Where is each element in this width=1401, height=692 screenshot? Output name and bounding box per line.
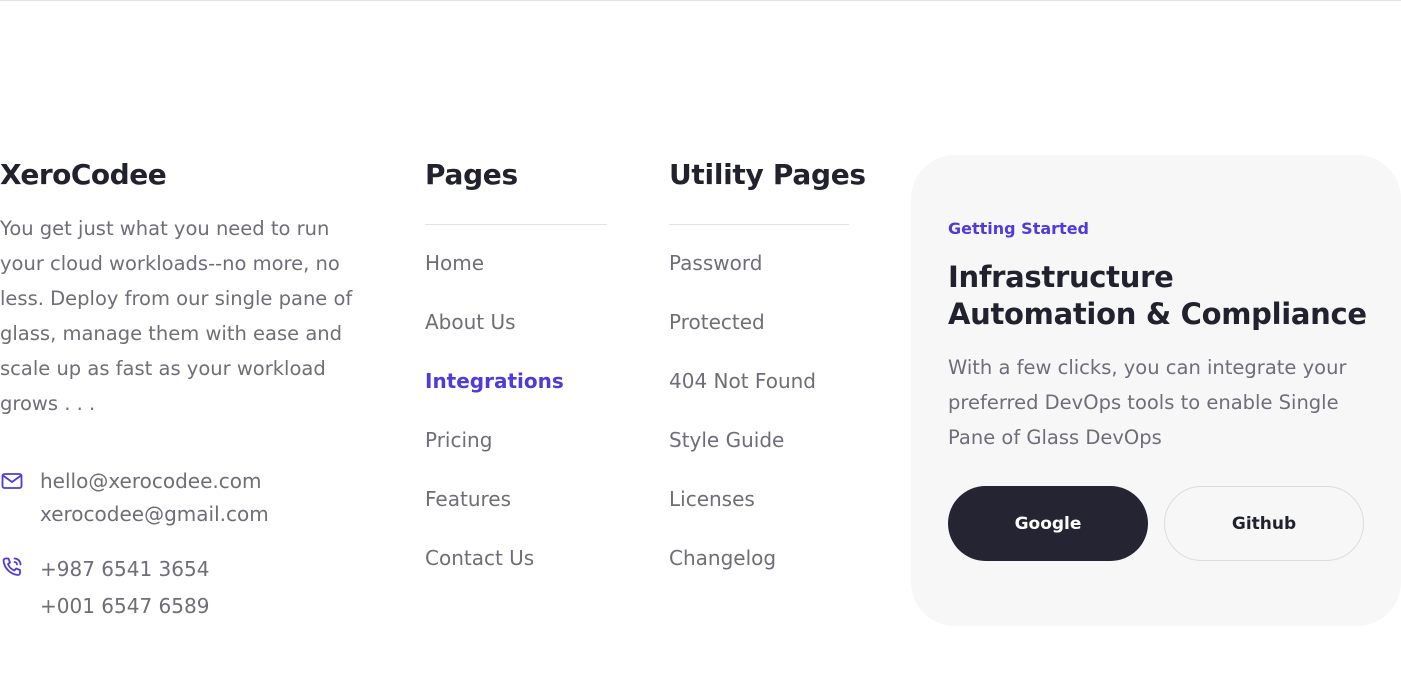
github-button[interactable]: Github <box>1164 486 1364 561</box>
footer-link-features[interactable]: Features <box>425 485 607 544</box>
brand-section: XeroCodee You get just what you need to … <box>0 156 370 421</box>
pages-divider <box>425 224 607 225</box>
footer-link-licenses[interactable]: Licenses <box>669 485 849 544</box>
pages-column: Pages Home About Us Integrations Pricing… <box>425 156 607 603</box>
top-divider <box>0 0 1401 1</box>
card-title: Infrastructure Automation & Compliance <box>948 260 1367 331</box>
footer-link-contact-us[interactable]: Contact Us <box>425 544 607 603</box>
email-link[interactable]: xerocodee@gmail.com <box>40 498 269 531</box>
footer-link-home[interactable]: Home <box>425 249 607 308</box>
footer-link-about-us[interactable]: About Us <box>425 308 607 367</box>
brand-name: XeroCodee <box>0 158 167 191</box>
utility-pages-divider <box>669 224 849 225</box>
footer-link-pricing[interactable]: Pricing <box>425 426 607 485</box>
email-contact: hello@xerocodee.com xerocodee@gmail.com <box>0 465 269 531</box>
card-description: With a few clicks, you can integrate you… <box>948 356 1347 449</box>
footer-link-password[interactable]: Password <box>669 249 849 308</box>
footer-link-integrations[interactable]: Integrations <box>425 367 607 426</box>
pages-heading: Pages <box>425 158 518 191</box>
phone-contact: +987 6541 3654 +001 6547 6589 <box>0 551 209 625</box>
getting-started-card: Getting Started Infrastructure Automatio… <box>911 155 1401 626</box>
utility-pages-column: Utility Pages Password Protected 404 Not… <box>669 156 866 603</box>
phone-link[interactable]: +987 6541 3654 <box>40 551 209 588</box>
footer-link-changelog[interactable]: Changelog <box>669 544 849 603</box>
google-button[interactable]: Google <box>948 486 1148 561</box>
email-link[interactable]: hello@xerocodee.com <box>40 465 269 498</box>
mail-icon <box>0 469 24 493</box>
brand-description: You get just what you need to run your c… <box>0 217 353 415</box>
phone-link[interactable]: +001 6547 6589 <box>40 588 209 625</box>
card-eyebrow: Getting Started <box>948 219 1089 238</box>
footer-link-style-guide[interactable]: Style Guide <box>669 426 849 485</box>
footer-link-protected[interactable]: Protected <box>669 308 849 367</box>
utility-pages-heading: Utility Pages <box>669 158 866 191</box>
phone-icon <box>0 555 24 579</box>
footer-link-404[interactable]: 404 Not Found <box>669 367 849 426</box>
